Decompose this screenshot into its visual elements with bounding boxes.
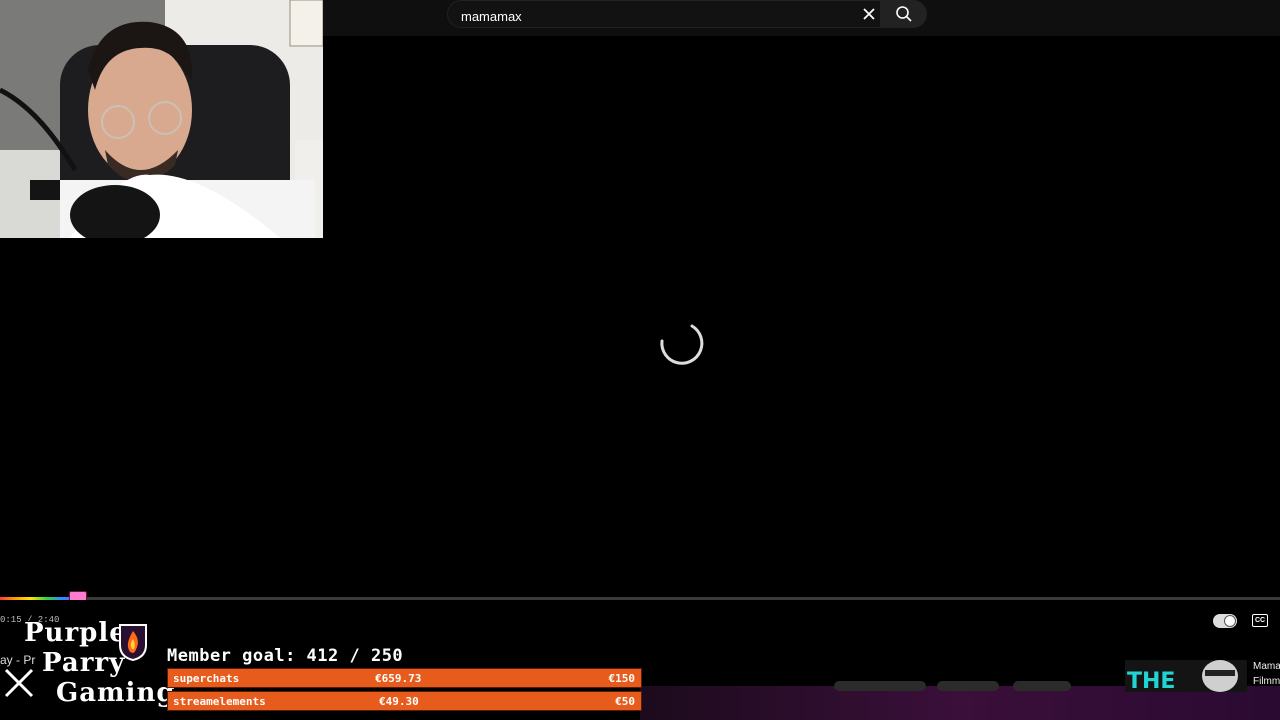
- goal-bar-streamelements: streamelements €49.30 €50: [167, 691, 642, 711]
- action-chip[interactable]: [937, 681, 999, 691]
- loading-spinner: [657, 319, 705, 367]
- search-box[interactable]: [447, 0, 881, 28]
- player-controls: [0, 600, 1280, 642]
- goal-bar-superchats: superchats €659.73 €150: [167, 668, 642, 688]
- flame-crest-icon: [119, 624, 147, 661]
- action-chip[interactable]: [1013, 681, 1071, 691]
- goal-bar-target: €50: [615, 695, 635, 708]
- goal-bar-amount: €49.30: [379, 695, 419, 708]
- goal-bar-amount: €659.73: [375, 672, 422, 685]
- side-label: ay - Pr: [0, 653, 36, 667]
- svg-text:THE: THE: [1127, 669, 1175, 692]
- autoplay-toggle[interactable]: [1213, 614, 1237, 628]
- logo-line: Purple: [24, 618, 127, 648]
- action-chip[interactable]: [834, 681, 926, 691]
- crossed-swords-icon: [4, 668, 34, 698]
- clear-search-button[interactable]: [858, 3, 880, 25]
- related-video-thumbnail[interactable]: THE: [1125, 660, 1247, 692]
- goal-bar-label: streamelements: [173, 695, 266, 708]
- webcam-overlay: [0, 0, 323, 238]
- goal-bar-target: €150: [608, 672, 636, 685]
- autoplay-toggle-icon: [1224, 615, 1236, 627]
- search-input[interactable]: [459, 5, 843, 27]
- related-video-title[interactable]: Mama: [1253, 661, 1280, 672]
- logo-line: Parry: [42, 648, 126, 678]
- search-button[interactable]: [881, 0, 927, 28]
- close-icon: [863, 8, 875, 20]
- related-video-subtitle: Filmm: [1253, 676, 1280, 687]
- cc-label: CC: [1254, 617, 1266, 624]
- goal-bar-label: superchats: [173, 672, 240, 685]
- search-icon: [896, 6, 912, 22]
- captions-button[interactable]: CC: [1252, 614, 1268, 627]
- logo-line: Gaming: [56, 678, 176, 708]
- member-goal-title: Member goal: 412 / 250: [167, 646, 404, 666]
